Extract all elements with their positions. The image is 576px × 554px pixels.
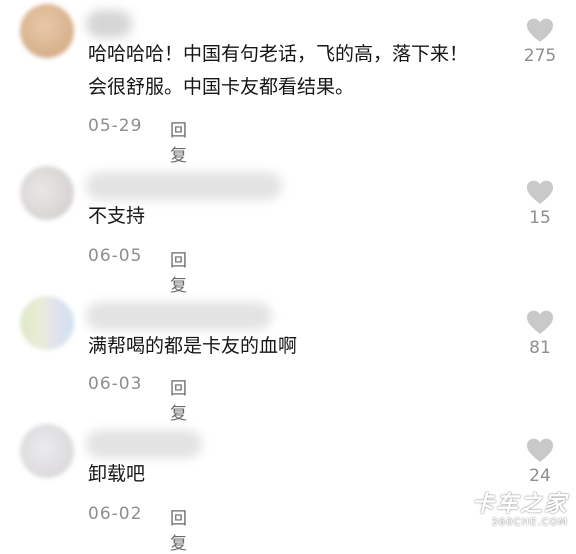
- comment-text-line: 不支持: [88, 205, 146, 227]
- reply-button[interactable]: 回复: [170, 504, 187, 554]
- comment-meta: 05-29 回复: [88, 116, 187, 166]
- like-count: 275: [523, 46, 557, 66]
- comment-text: 卸载吧: [88, 458, 145, 491]
- like-button[interactable]: 24: [520, 438, 560, 486]
- avatar[interactable]: [20, 4, 74, 58]
- heart-icon: [526, 310, 554, 334]
- comment-date: 06-03: [88, 374, 143, 394]
- comment-text-line: 满帮喝的都是卡友的血啊: [88, 335, 298, 357]
- like-count: 24: [529, 466, 551, 486]
- comment-text: 哈哈哈哈！中国有句老话，飞的高，落下来！ 会很舒服。中国卡友都看结果。: [88, 38, 468, 104]
- watermark: 卡车之家 360CHE.COM: [471, 492, 568, 529]
- comment-text-line: 会很舒服。中国卡友都看结果。: [88, 76, 355, 98]
- comment-meta: 06-02 回复: [88, 504, 187, 554]
- like-count: 15: [529, 208, 551, 228]
- username-blurred[interactable]: [86, 430, 202, 458]
- comment-text-line: 哈哈哈哈！中国有句老话，飞的高，落下来！: [88, 43, 469, 65]
- comment-date: 06-02: [88, 504, 143, 524]
- comment-item: 卸载吧 06-02 回复 24: [0, 420, 576, 554]
- comment-item: 哈哈哈哈！中国有句老话，飞的高，落下来！ 会很舒服。中国卡友都看结果。 05-2…: [0, 0, 576, 166]
- heart-icon: [526, 18, 554, 42]
- comment-item: 满帮喝的都是卡友的血啊 06-03 回复 81: [0, 292, 576, 424]
- reply-button[interactable]: 回复: [170, 116, 187, 166]
- watermark-logo-text: 卡车之家: [471, 492, 568, 517]
- avatar[interactable]: [20, 166, 74, 220]
- username-blurred[interactable]: [86, 302, 272, 330]
- heart-icon: [526, 180, 554, 204]
- username-blurred[interactable]: [86, 10, 132, 38]
- avatar[interactable]: [20, 296, 74, 350]
- comment-text: 不支持: [88, 200, 145, 233]
- avatar[interactable]: [20, 424, 74, 478]
- comment-text: 满帮喝的都是卡友的血啊: [88, 330, 297, 363]
- like-count: 81: [529, 338, 551, 358]
- comment-date: 05-29: [88, 116, 143, 136]
- like-button[interactable]: 275: [520, 18, 560, 66]
- heart-icon: [526, 438, 554, 462]
- comment-item: 不支持 06-05 回复 15: [0, 162, 576, 296]
- comment-meta: 06-05 回复: [88, 246, 187, 296]
- username-blurred[interactable]: [86, 172, 282, 200]
- like-button[interactable]: 81: [520, 310, 560, 358]
- comment-meta: 06-03 回复: [88, 374, 187, 424]
- watermark-url: 360CHE.COM: [491, 517, 568, 528]
- comment-date: 06-05: [88, 246, 143, 266]
- reply-button[interactable]: 回复: [170, 246, 187, 296]
- like-button[interactable]: 15: [520, 180, 560, 228]
- reply-button[interactable]: 回复: [170, 374, 187, 424]
- comment-text-line: 卸载吧: [88, 463, 146, 485]
